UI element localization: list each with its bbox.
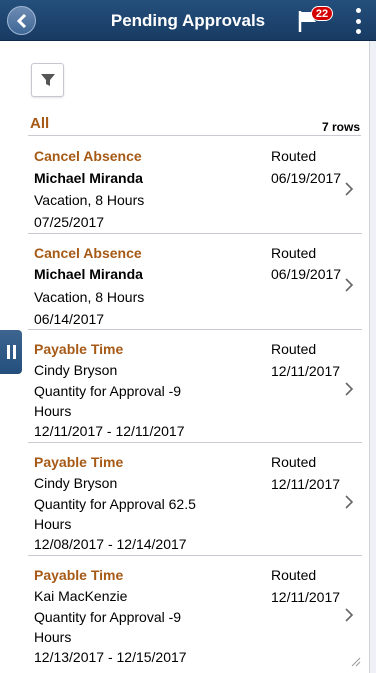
row-count: 7 rows — [321, 120, 360, 134]
chevron-right-icon — [345, 182, 354, 196]
item-name: Cindy Bryson — [34, 362, 118, 378]
scrollbar[interactable] — [370, 41, 376, 673]
item-detail: Vacation, 8 Hours — [34, 192, 145, 208]
header-bar: Pending Approvals 22 — [0, 0, 376, 41]
list-item[interactable]: Cancel Absence Michael Miranda Vacation,… — [28, 234, 362, 330]
chevron-right-icon — [345, 278, 354, 292]
notifications-button[interactable]: 22 — [297, 6, 337, 34]
chevron-right-icon — [345, 382, 354, 396]
list-title: All — [30, 115, 50, 132]
actions-menu-button[interactable] — [350, 8, 366, 34]
filter-icon — [40, 74, 55, 86]
side-panel-toggle-button[interactable] — [0, 330, 22, 374]
item-date-line: 12/08/2017 - 12/14/2017 — [34, 536, 187, 552]
item-name: Michael Miranda — [34, 170, 143, 186]
item-name: Cindy Bryson — [34, 475, 118, 491]
item-status: Routed — [271, 341, 317, 357]
item-type: Cancel Absence — [34, 245, 142, 261]
chevron-right-icon — [345, 608, 354, 622]
item-date-line: 12/13/2017 - 12/15/2017 — [34, 649, 187, 665]
item-detail-continued: Hours — [34, 629, 72, 645]
item-date-line: 06/14/2017 — [34, 311, 105, 327]
ellipsis-dot — [355, 29, 361, 34]
item-status: Routed — [271, 245, 317, 261]
resize-grip-icon[interactable] — [351, 657, 361, 667]
item-detail-continued: Hours — [34, 403, 72, 419]
item-type: Payable Time — [34, 454, 124, 470]
pause-icon-bar — [12, 345, 16, 359]
item-type: Payable Time — [34, 567, 124, 583]
item-detail: Quantity for Approval -9 — [34, 609, 182, 625]
chevron-right-icon — [345, 495, 354, 509]
approvals-list-panel: All 7 rows Cancel Absence Michael Mirand… — [0, 41, 370, 673]
list-item[interactable]: Payable Time Kai MacKenzie Quantity for … — [28, 556, 362, 673]
filter-button[interactable] — [31, 63, 64, 97]
item-status: Routed — [271, 567, 317, 583]
item-date-line: 07/25/2017 — [34, 214, 105, 230]
item-date: 06/19/2017 — [271, 170, 342, 186]
item-detail: Quantity for Approval 62.5 — [34, 496, 196, 512]
item-status: Routed — [271, 148, 317, 164]
list-item[interactable]: Payable Time Cindy Bryson Quantity for A… — [28, 443, 362, 556]
list-item[interactable]: Cancel Absence Michael Miranda Vacation,… — [28, 136, 362, 234]
item-date: 12/11/2017 — [271, 589, 341, 605]
item-date: 12/11/2017 — [271, 363, 341, 379]
item-detail-continued: Hours — [34, 516, 72, 532]
list-item[interactable]: Payable Time Cindy Bryson Quantity for A… — [28, 330, 362, 443]
item-date: 12/11/2017 — [271, 476, 341, 492]
vertical-ellipsis-icon — [355, 8, 361, 13]
item-status: Routed — [271, 454, 317, 470]
ellipsis-dot — [355, 18, 361, 24]
notification-count-badge: 22 — [311, 6, 333, 21]
item-date-line: 12/11/2017 - 12/11/2017 — [34, 423, 185, 439]
item-name: Kai MacKenzie — [34, 588, 128, 604]
item-date: 06/19/2017 — [271, 266, 342, 282]
item-name: Michael Miranda — [34, 266, 143, 282]
item-type: Cancel Absence — [34, 148, 142, 164]
item-detail: Quantity for Approval -9 — [34, 383, 182, 399]
item-type: Payable Time — [34, 341, 124, 357]
item-detail: Vacation, 8 Hours — [34, 289, 145, 305]
pause-icon — [6, 345, 10, 359]
